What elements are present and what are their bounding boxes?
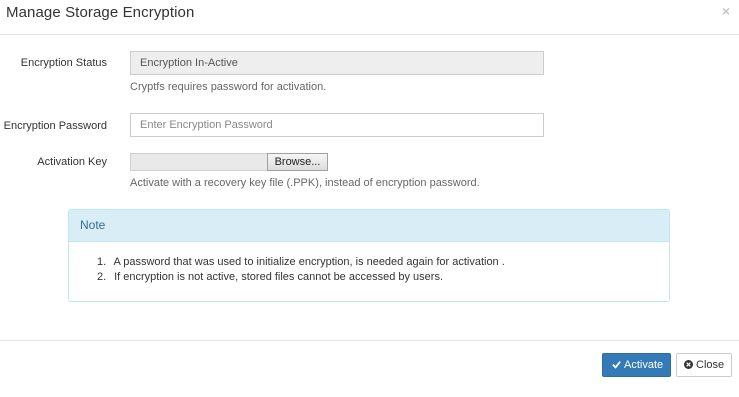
- note-panel: Note 1. A password that was used to init…: [68, 209, 670, 302]
- dialog-header: Manage Storage Encryption ×: [0, 0, 739, 35]
- dialog-title: Manage Storage Encryption: [6, 4, 195, 21]
- encryption-password-wrapper: [130, 113, 544, 137]
- activation-key-label: Activation Key: [37, 156, 107, 168]
- browse-button[interactable]: Browse...: [267, 153, 328, 171]
- note-list: 1. A password that was used to initializ…: [69, 242, 669, 285]
- encryption-status-help: Cryptfs requires password for activation…: [130, 81, 327, 93]
- close-button-label: Close: [696, 359, 725, 371]
- note-item-number: 2.: [97, 271, 107, 283]
- check-icon: [612, 360, 621, 369]
- encryption-status-label: Encryption Status: [20, 57, 107, 69]
- encryption-status-field: Encryption In-Active: [130, 51, 544, 75]
- note-title: Note: [69, 210, 669, 242]
- note-item-number: 1.: [97, 256, 107, 268]
- activate-button-label: Activate: [624, 359, 664, 371]
- note-item-text: If encryption is not active, stored file…: [114, 271, 444, 283]
- close-button[interactable]: Close: [676, 353, 732, 377]
- encryption-password-input[interactable]: [140, 114, 534, 136]
- times-circle-icon: [684, 359, 693, 369]
- close-icon[interactable]: ×: [722, 3, 730, 19]
- activation-key-help: Activate with a recovery key file (.PPK)…: [130, 177, 480, 189]
- activate-button[interactable]: Activate: [602, 353, 671, 377]
- note-item: 1. A password that was used to initializ…: [97, 255, 669, 270]
- encryption-password-label: Encryption Password: [3, 120, 107, 132]
- note-item-text: A password that was used to initialize e…: [113, 256, 505, 268]
- note-item: 2. If encryption is not active, stored f…: [97, 270, 669, 285]
- activation-key-file-path[interactable]: [130, 153, 267, 171]
